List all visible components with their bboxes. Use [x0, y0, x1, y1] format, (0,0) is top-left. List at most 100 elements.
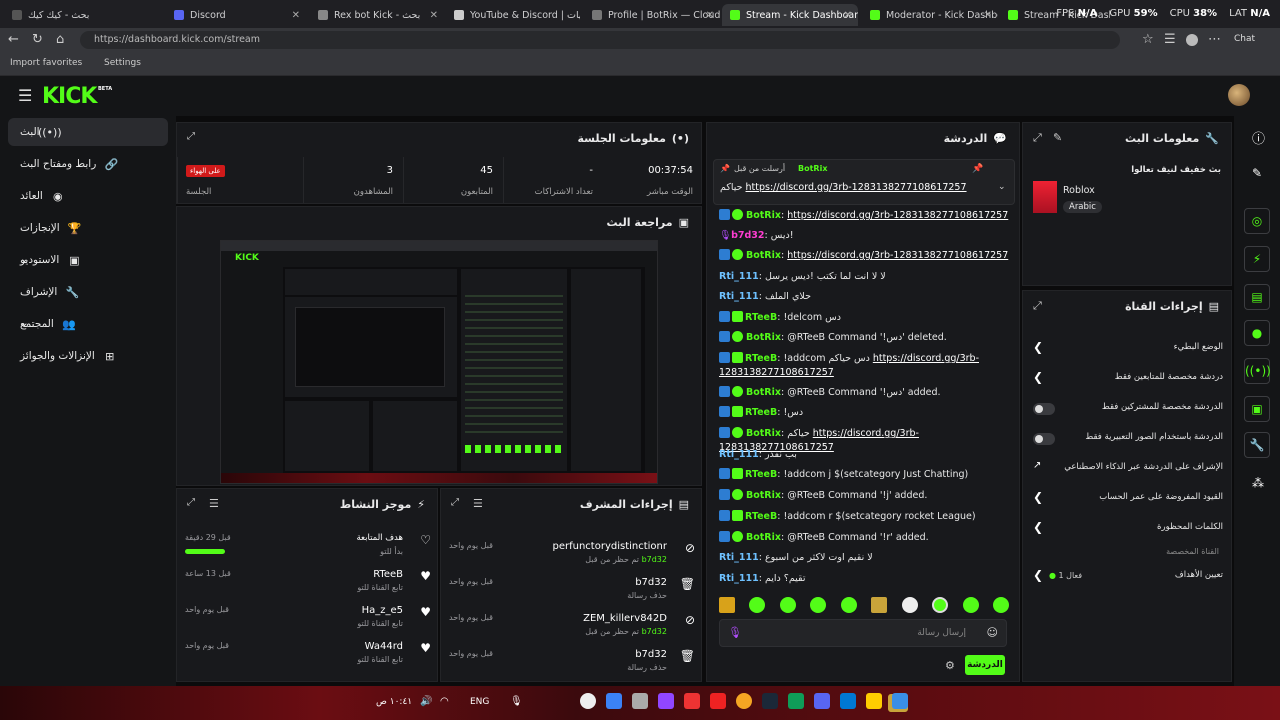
star-icon[interactable]: ☆	[1142, 32, 1154, 47]
chat-input[interactable]: 🎙 إرسال رسالة ☺	[719, 619, 1007, 647]
chat-username[interactable]: RTeeB	[745, 511, 777, 522]
browser-tab[interactable]: Discord ✕	[166, 4, 306, 26]
favorites-icon[interactable]: ☰	[1164, 32, 1176, 47]
filter-icon[interactable]: ☰	[473, 497, 483, 510]
sidebar-item-studio[interactable]: ▣ الاستوديو ⌄	[8, 246, 168, 274]
language-indicator[interactable]: ENG	[470, 697, 489, 707]
expand-icon[interactable]: ⤢	[451, 497, 459, 508]
rail-lightning-button[interactable]: ⚡	[1244, 246, 1270, 272]
slow-mode-item[interactable]: الوضع البطيء ❮	[1033, 335, 1223, 361]
expand-icon[interactable]: ⤢	[187, 497, 195, 508]
steam-icon[interactable]	[762, 693, 778, 709]
chat-username[interactable]: Rti_111	[719, 552, 759, 563]
emote-icon[interactable]	[932, 597, 949, 613]
close-icon[interactable]: ✕	[706, 10, 714, 21]
user-avatar[interactable]	[1228, 84, 1250, 106]
stream-preview-video[interactable]: KICK	[220, 240, 658, 484]
info-icon[interactable]: ⓘ	[1252, 128, 1265, 147]
sidebar-item-community[interactable]: 👥 المجتمع ⌄	[8, 310, 168, 338]
ai-moderation-item[interactable]: الإشراف على الدردشة عبر الذكاء الاصطناعي…	[1033, 455, 1223, 481]
pinned-link[interactable]: https://discord.gg/3rb-12831382771086172…	[746, 182, 967, 193]
chat-username[interactable]: Rti_111	[719, 449, 759, 460]
edit-icon[interactable]: ✎	[1252, 166, 1262, 180]
chat-username[interactable]: BotRix	[746, 490, 781, 501]
emoji-icon[interactable]: ☺	[987, 626, 998, 639]
emote-icon[interactable]	[749, 597, 766, 613]
emote-only-toggle[interactable]	[1033, 433, 1055, 445]
app-icon[interactable]	[684, 693, 700, 709]
chat-username[interactable]: RTeeB	[745, 353, 777, 364]
expand-icon[interactable]: ⤢	[1033, 299, 1042, 313]
emote-only-item[interactable]: الدردشة باستخدام الصور التعبيرية فقط	[1033, 425, 1223, 451]
chat-username[interactable]: b7d32	[731, 230, 764, 241]
followers-only-item[interactable]: دردشة مخصصة للمتابعين فقط ❮	[1033, 365, 1223, 391]
chat-username[interactable]: BotRix	[746, 532, 781, 543]
browser-tab[interactable]: YouTube & Discord | التنبيهات	[446, 4, 580, 26]
kick-logo[interactable]: KICK	[42, 84, 97, 109]
edit-icon[interactable]: ✎	[1053, 131, 1062, 144]
browser-tab[interactable]: Rex bot Kick - بحث ✕	[310, 4, 444, 26]
browser-tab[interactable]: Moderator - Kick Dashboard✕	[862, 4, 998, 26]
gear-icon[interactable]: ⚙	[945, 659, 955, 672]
sidebar-item-stream-key[interactable]: 🔗 رابط ومفتاح البث	[8, 150, 168, 178]
chat-username[interactable]: Rti_111	[719, 573, 759, 584]
rail-chat-button[interactable]: ●	[1244, 320, 1270, 346]
discord-icon[interactable]	[814, 693, 830, 709]
sidebar-item-revenue[interactable]: ◉ العائد	[8, 182, 168, 210]
youtube-icon[interactable]	[710, 693, 726, 709]
rail-camera-button[interactable]: ◎	[1244, 208, 1270, 234]
chat-username[interactable]: BotRix	[746, 332, 781, 343]
profile-icon[interactable]	[1186, 34, 1198, 46]
emote-icon[interactable]	[992, 597, 1009, 613]
chat-username[interactable]: BotRix	[746, 428, 781, 439]
chat-link[interactable]: https://discord.gg/3rb-12831382771086172…	[787, 210, 1008, 221]
emote-icon[interactable]	[840, 597, 857, 613]
rail-wrench-button[interactable]: 🔧	[1244, 432, 1270, 458]
chat-username[interactable]: RTeeB	[745, 407, 777, 418]
windows-start-icon[interactable]	[580, 693, 596, 709]
close-icon[interactable]: ✕	[430, 10, 438, 21]
chrome-icon[interactable]	[736, 693, 752, 709]
banned-words-item[interactable]: الكلمات المحظورة ❮	[1033, 515, 1223, 541]
browser-tab-active[interactable]: Stream - Kick Dashboard ✕	[722, 4, 858, 26]
sidebar-item-moderation[interactable]: 🔧 الإشراف	[8, 278, 168, 306]
close-icon[interactable]: ✕	[984, 10, 992, 21]
emote-icon[interactable]	[810, 597, 827, 613]
close-icon[interactable]: ✕	[292, 10, 300, 21]
app-icon[interactable]	[658, 693, 674, 709]
expand-icon[interactable]: ⤢	[1033, 131, 1042, 145]
microphone-icon[interactable]: 🎙	[728, 626, 742, 639]
sidebar-item-achievements[interactable]: 🏆 الإنجازات	[8, 214, 168, 242]
home-icon[interactable]: ⌂	[56, 32, 64, 47]
emote-icon[interactable]	[901, 597, 918, 613]
back-icon[interactable]: ←	[8, 32, 19, 47]
expand-icon[interactable]: ⤢	[995, 131, 1004, 145]
community-icon[interactable]: ⁂	[1252, 476, 1264, 490]
wifi-icon[interactable]: ◠	[440, 696, 449, 707]
chat-username[interactable]: BotRix	[746, 387, 781, 398]
chat-username[interactable]: Rti_111	[719, 291, 759, 302]
search-icon[interactable]	[606, 693, 622, 709]
emote-icon[interactable]	[779, 597, 796, 613]
rail-channel-button[interactable]: ▣	[1244, 396, 1270, 422]
volume-icon[interactable]: 🔊	[420, 696, 432, 707]
windows-icon[interactable]	[892, 693, 908, 709]
account-age-item[interactable]: القيود المفروضة على عمر الحساب ❮	[1033, 485, 1223, 511]
browser-tab[interactable]: Profile | BotRix — Cloud Stre✕	[584, 4, 720, 26]
rail-clipboard-button[interactable]: ▤	[1244, 284, 1270, 310]
task-view-icon[interactable]	[632, 693, 648, 709]
chat-username[interactable]: Rti_111	[719, 271, 759, 282]
hamburger-menu-icon[interactable]: ☰	[18, 86, 32, 105]
subscribers-only-toggle[interactable]	[1033, 403, 1055, 415]
chat-username[interactable]: RTeeB	[745, 469, 777, 480]
filter-icon[interactable]: ☰	[209, 497, 219, 510]
copilot-chat-button[interactable]: Chat	[1234, 34, 1255, 44]
send-chat-button[interactable]: الدردشة	[965, 655, 1005, 675]
chat-username[interactable]: BotRix	[746, 210, 781, 221]
app-icon[interactable]	[788, 693, 804, 709]
expand-icon[interactable]: ⤢	[187, 131, 195, 142]
emote-icon[interactable]	[719, 597, 735, 613]
chat-username[interactable]: BotRix	[746, 250, 781, 261]
sidebar-item-drops[interactable]: ⊞ الإنزالات والجوائز	[8, 342, 168, 370]
reload-icon[interactable]: ↻	[32, 32, 43, 47]
